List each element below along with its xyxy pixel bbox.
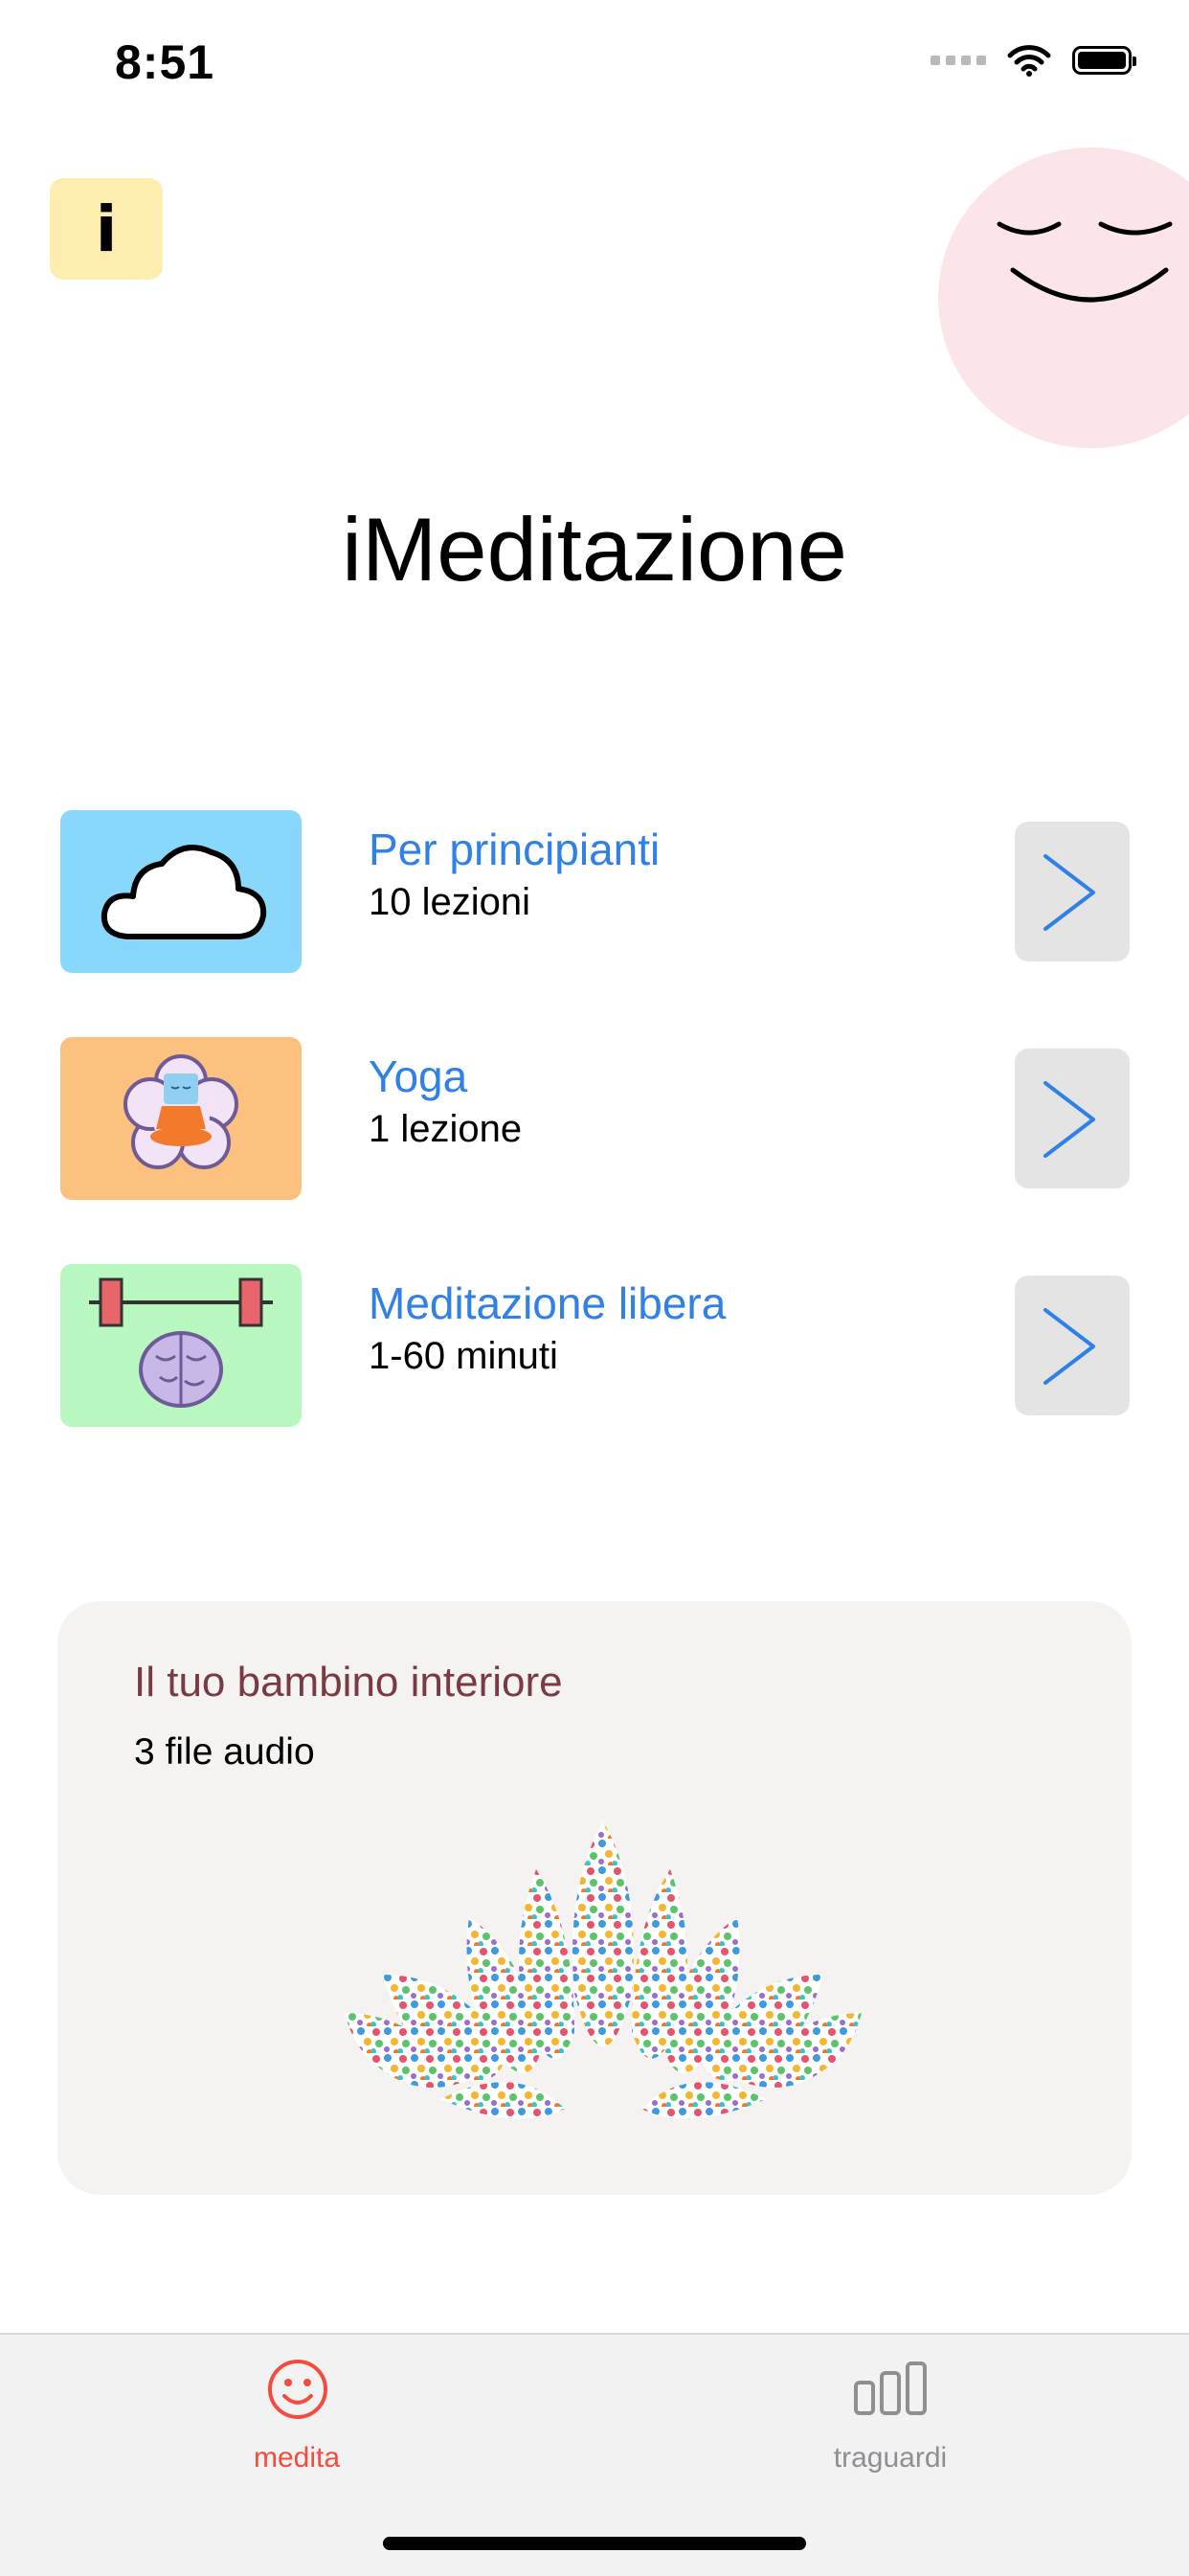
tab-label: medita — [253, 2442, 341, 2474]
course-row-yoga[interactable]: Yoga 1 lezione — [0, 1037, 1189, 1200]
smiling-face-illustration — [938, 147, 1189, 448]
featured-inner-child-card[interactable]: Il tuo bambino interiore 3 file audio — [57, 1601, 1132, 2195]
battery-icon — [1072, 46, 1136, 75]
open-course-button[interactable] — [1015, 1049, 1130, 1188]
open-course-button[interactable] — [1015, 822, 1130, 961]
open-course-button[interactable] — [1015, 1276, 1130, 1415]
wifi-icon — [1007, 45, 1051, 77]
course-subtitle: 1-60 minuti — [369, 1335, 558, 1377]
course-title: Per principianti — [369, 825, 661, 874]
lotus-icon — [345, 1821, 862, 2119]
course-subtitle: 1 lezione — [369, 1108, 523, 1150]
course-title: Meditazione libera — [369, 1278, 727, 1328]
home-indicator — [383, 2537, 806, 2550]
signal-icon — [931, 56, 986, 65]
status-time: 8:51 — [115, 35, 215, 89]
bar-chart-icon — [854, 2361, 927, 2415]
info-button[interactable]: i — [50, 178, 163, 280]
chevron-right-icon — [1043, 1081, 1095, 1158]
course-title: Yoga — [369, 1051, 468, 1101]
yoga-flower-icon — [60, 1037, 302, 1200]
featured-title: Il tuo bambino interiore — [134, 1659, 563, 1706]
featured-subtitle: 3 file audio — [134, 1731, 315, 1773]
status-icons — [931, 44, 1136, 77]
cloud-icon — [60, 810, 302, 973]
info-icon: i — [95, 192, 118, 266]
smiley-icon — [268, 2360, 327, 2419]
brain-barbell-icon — [60, 1264, 302, 1427]
course-subtitle: 10 lezioni — [369, 881, 531, 923]
chevron-right-icon — [1043, 1308, 1095, 1385]
course-row-beginners[interactable]: Per principianti 10 lezioni — [0, 810, 1189, 973]
tab-label: traguardi — [833, 2442, 948, 2474]
chevron-right-icon — [1043, 854, 1095, 931]
app-title: iMeditazione — [342, 499, 847, 599]
course-row-free-meditation[interactable]: Meditazione libera 1-60 minuti — [0, 1264, 1189, 1427]
